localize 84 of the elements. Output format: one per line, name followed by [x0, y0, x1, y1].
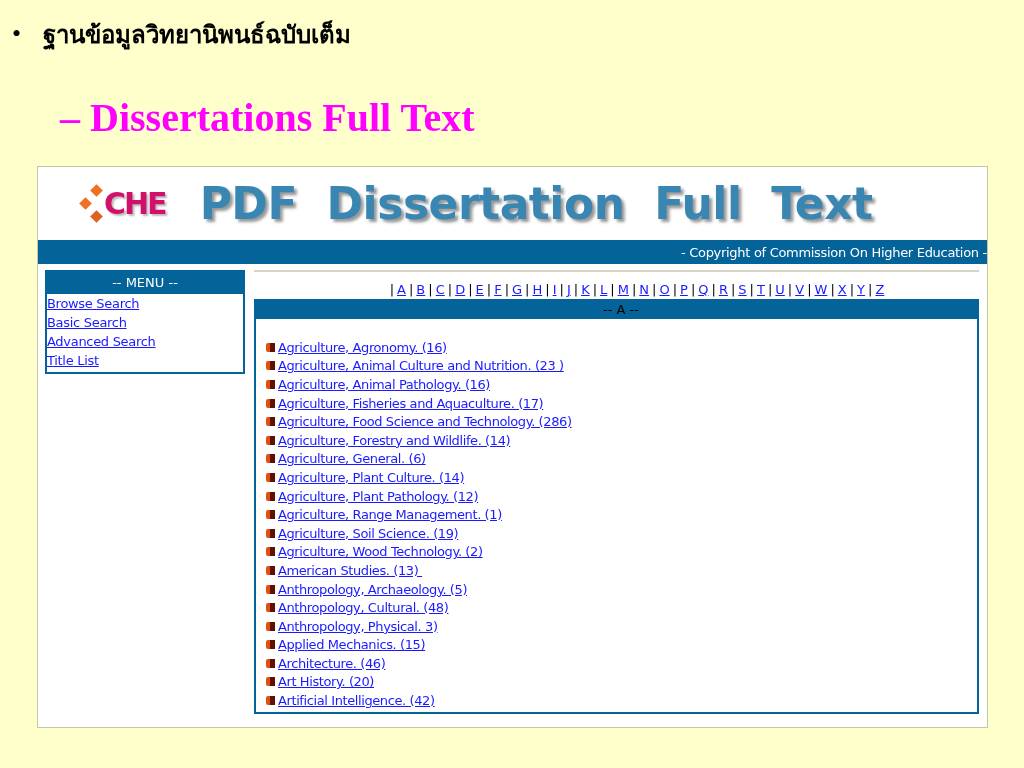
letter-separator: | [786, 281, 794, 299]
letter-separator: | [485, 281, 493, 299]
letter-link[interactable]: N [638, 280, 651, 299]
subject-link[interactable]: Agriculture, Range Management. (1) [278, 507, 502, 523]
letter-link[interactable]: U [774, 280, 786, 299]
letter-link[interactable]: P [679, 280, 689, 299]
letter-separator: | [848, 281, 856, 299]
letter-separator: | [446, 281, 454, 299]
letter-separator: | [630, 281, 638, 299]
letter-separator: | [710, 281, 717, 299]
letter-separator: | [544, 281, 551, 299]
letter-separator: | [766, 281, 774, 299]
letter-separator: | [867, 281, 874, 299]
subject-link[interactable]: American Studies. (13) [278, 562, 423, 578]
letter-separator: | [829, 281, 836, 299]
letter-link[interactable]: L [599, 280, 609, 299]
letter-separator: | [689, 281, 697, 299]
letter-link[interactable]: T [756, 280, 766, 299]
menu-title: -- MENU -- [47, 272, 243, 294]
menu-link[interactable]: Basic Search [47, 313, 243, 332]
letter-link[interactable]: O [658, 280, 671, 299]
letter-link[interactable]: Y [856, 280, 867, 299]
letter-link[interactable]: S [737, 280, 748, 299]
letter-link[interactable]: K [580, 280, 591, 299]
letter-link[interactable]: F [493, 280, 503, 299]
subject-link[interactable]: Artificial Intelligence. (42) [278, 693, 435, 709]
letter-separator: | [651, 281, 658, 299]
letter-link[interactable]: J [565, 280, 572, 299]
letter-separator: | [806, 281, 813, 299]
letter-link[interactable]: H [531, 280, 544, 299]
letter-separator: | [524, 281, 531, 299]
letter-link[interactable]: G [511, 280, 524, 299]
subject-link[interactable]: Agriculture, Wood Technology. (2) [278, 544, 483, 560]
letter-link[interactable]: D [454, 280, 467, 299]
letter-link[interactable]: V [794, 280, 806, 299]
subject-link[interactable]: Art History. (20) [278, 674, 374, 690]
menu-link[interactable]: Advanced Search [47, 332, 243, 351]
menu-link[interactable]: Title List [47, 351, 243, 370]
subject-link[interactable]: Agriculture, Agronomy. (16) [278, 339, 447, 355]
subject-link[interactable]: Agriculture, Plant Culture. (14) [278, 469, 465, 485]
subject-link[interactable]: Agriculture, Soil Science. (19) [278, 525, 459, 541]
letter-link[interactable]: C [434, 280, 446, 299]
letter-separator: | [572, 281, 580, 299]
letter-link[interactable]: R [717, 280, 729, 299]
letter-link[interactable]: M [616, 280, 630, 299]
letter-link[interactable]: E [474, 280, 485, 299]
subject-link[interactable]: Agriculture, General. (6) [278, 451, 426, 467]
letter-separator: | [748, 281, 755, 299]
letter-separator: | [558, 281, 565, 299]
slide-heading: ฐานข้อมูลวิทยานิพนธ์ฉบับเต็ม [43, 18, 352, 52]
site-title: PDF Dissertation Full Text [199, 178, 873, 229]
subject-link[interactable]: Agriculture, Fisheries and Aquaculture. (17) [278, 395, 544, 411]
subject-link[interactable]: Anthropology, Archaeology. (5) [278, 581, 468, 597]
letter-separator: | [609, 281, 616, 299]
letter-separator: | [729, 281, 737, 299]
letter-separator: | [671, 281, 679, 299]
subject-link[interactable]: Agriculture, Forestry and Wildlife. (14) [278, 432, 511, 448]
menu-link[interactable]: Browse Search [47, 294, 243, 313]
letter-link[interactable]: Z [874, 280, 886, 299]
letter-link[interactable]: Q [697, 280, 710, 299]
subject-link[interactable]: Anthropology, Physical. 3) [278, 618, 438, 634]
subject-link[interactable]: Agriculture, Animal Culture and Nutrition. (23 ) [278, 358, 564, 374]
subject-link[interactable]: Agriculture, Animal Pathology. (16) [278, 377, 490, 392]
letter-separator: | [591, 281, 599, 299]
letter-link[interactable]: W [813, 280, 829, 299]
letter-link[interactable]: A [396, 280, 407, 299]
slide-subheading: – Dissertations Full Text [58, 94, 476, 142]
copyright-text: - Copyright of Commission On Higher Education - [681, 244, 987, 260]
section-title: -- A -- [603, 301, 639, 317]
letter-separator: | [467, 281, 474, 299]
subject-link[interactable]: Anthropology, Cultural. (48) [278, 600, 449, 616]
subject-link[interactable]: Agriculture, Plant Pathology. (12) [278, 488, 479, 504]
subject-link[interactable]: Agriculture, Food Science and Technology. (286) [278, 414, 572, 430]
letter-separator: | [503, 281, 510, 299]
letter-link[interactable]: I [551, 280, 558, 299]
letter-link[interactable]: X [836, 280, 848, 299]
logo-text: CHE [104, 186, 166, 221]
letter-separator: | [388, 281, 396, 299]
letter-separator: | [407, 281, 415, 299]
letter-link[interactable]: B [415, 280, 427, 299]
subject-link[interactable]: Architecture. (46) [278, 655, 386, 671]
letter-separator: | [427, 281, 434, 299]
bullet: • [12, 19, 22, 49]
subject-link[interactable]: Applied Mechanics. (15) [278, 637, 426, 653]
